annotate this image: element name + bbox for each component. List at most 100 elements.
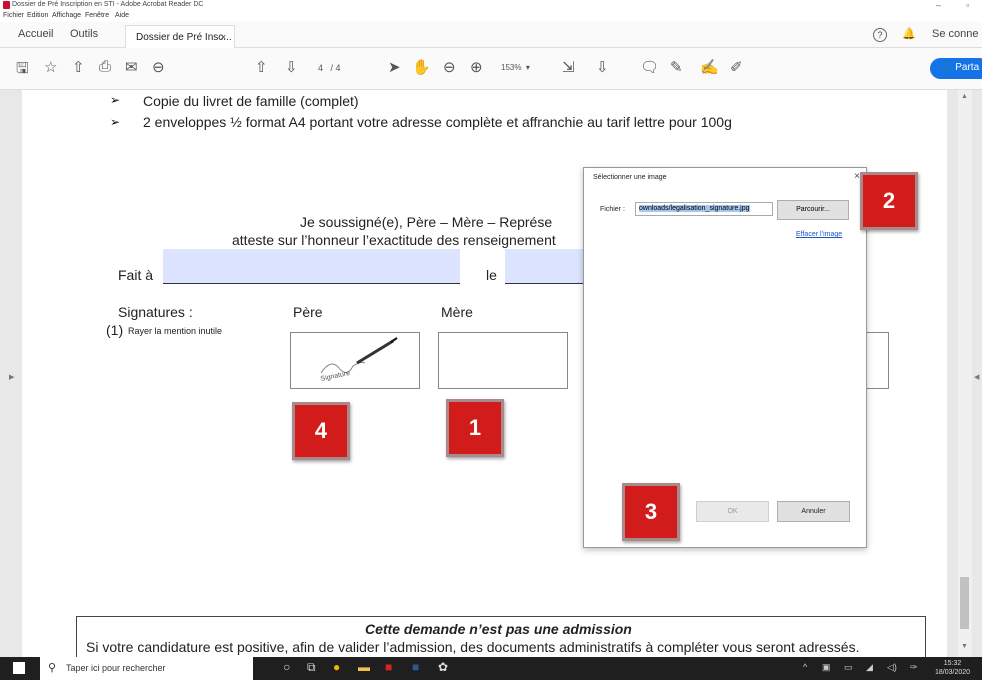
step-marker-1: 1 xyxy=(446,399,504,457)
attest-line-2: atteste sur l’honneur l’exactitude des r… xyxy=(232,232,556,248)
zoom-plus-icon[interactable]: ⊕ xyxy=(470,58,483,76)
notification-bell-icon[interactable]: 🔔 xyxy=(902,27,916,40)
task-view-icon[interactable]: ⧉ xyxy=(307,660,316,675)
signatures-label: Signatures : xyxy=(118,304,193,320)
cancel-button[interactable]: Annuler xyxy=(777,501,850,522)
close-tab-icon[interactable]: × xyxy=(221,32,226,42)
chrome-icon[interactable]: ● xyxy=(333,660,340,674)
browse-button[interactable]: Parcourir... xyxy=(777,200,849,220)
rayer-note: Rayer la mention inutile xyxy=(128,326,223,336)
toolbar: 🖫 ☆ ⇧ ⎙ ✉ ⊖ ⇧ ⇩ 4 / 4 ➤ ✋ ⊖ ⊕ 153% ▾ ⇲ ⇩… xyxy=(0,48,982,90)
taskbar-search-input[interactable]: ⚲ Taper ici pour rechercher xyxy=(40,657,253,680)
sign-icon[interactable]: ✍ xyxy=(700,58,719,76)
restore-button[interactable]: ▫ xyxy=(966,0,969,10)
share-label: Parta xyxy=(955,62,980,73)
bookmark-star-icon[interactable]: ☆ xyxy=(44,58,57,76)
tray-chevron-icon[interactable]: ^ xyxy=(803,662,807,672)
dialog-title: Sélectionner une image xyxy=(593,174,667,181)
menu-fenetre[interactable]: Fenêtre xyxy=(85,12,109,19)
tab-bar: Accueil Outils Dossier de Pré Insc... × … xyxy=(0,22,982,48)
le-label: le xyxy=(486,267,497,283)
print-icon[interactable]: ⎙ xyxy=(99,58,111,75)
battery-icon[interactable]: ▭ xyxy=(844,662,853,673)
email-icon[interactable]: ✉ xyxy=(125,58,138,76)
help-icon[interactable]: ? xyxy=(873,28,887,42)
title-bar: Dossier de Pré Inscription en STI - Adob… xyxy=(0,0,982,11)
bullet-arrow-icon: ➢ xyxy=(110,115,121,129)
footer-text: Si votre candidature est positive, afin … xyxy=(86,639,860,655)
fait-a-label: Fait à xyxy=(118,267,154,283)
pere-signature-box[interactable]: Signature xyxy=(290,332,420,389)
paint-icon[interactable]: ✿ xyxy=(438,660,448,674)
tray-app-icon[interactable]: ▣ xyxy=(822,662,831,673)
minimize-button[interactable]: – xyxy=(936,0,941,10)
tab-outils[interactable]: Outils xyxy=(70,28,98,40)
menu-affichage[interactable]: Affichage xyxy=(52,12,81,19)
menu-aide[interactable]: Aide xyxy=(115,12,129,19)
scroll-mode-icon[interactable]: ⇩ xyxy=(596,58,609,76)
page-indicator[interactable]: 4 / 4 xyxy=(318,63,341,73)
scroll-up-icon[interactable]: ▲ xyxy=(961,93,968,100)
date-field[interactable] xyxy=(505,249,585,284)
network-icon[interactable]: ◢ xyxy=(866,662,873,673)
footer-title: Cette demande n’est pas une admission xyxy=(365,621,632,637)
left-panel-toggle-icon[interactable]: ▶ xyxy=(9,373,14,381)
zoom-out-search-icon[interactable]: ⊖ xyxy=(152,58,165,76)
highlight-icon[interactable]: ✎ xyxy=(670,58,683,76)
file-path-value: ownloads/legalisation_signature.jpg xyxy=(639,205,750,212)
window-title: Dossier de Pré Inscription en STI - Adob… xyxy=(12,1,204,8)
rayer-number: (1) xyxy=(106,322,124,338)
acrobat-app-icon xyxy=(3,1,10,9)
clock[interactable]: 15:32 18/03/2020 xyxy=(935,659,970,677)
zoom-dropdown[interactable]: 153% ▾ xyxy=(501,63,530,72)
scroll-down-icon[interactable]: ▼ xyxy=(961,643,968,650)
scrollbar-thumb[interactable] xyxy=(960,577,969,629)
hand-tool-icon[interactable]: ✋ xyxy=(412,58,431,76)
menu-bar: Fichier Edition Affichage Fenêtre Aide xyxy=(0,11,982,22)
right-panel-toggle-icon[interactable]: ◀ xyxy=(974,373,979,381)
tab-document[interactable]: Dossier de Pré Insc... × xyxy=(125,25,235,48)
vertical-scrollbar[interactable]: ▲ ▼ xyxy=(958,90,972,657)
share-user-icon: 👤 xyxy=(940,62,953,73)
page-total: / 4 xyxy=(330,63,341,73)
word-icon[interactable]: ■ xyxy=(412,660,419,674)
step-marker-4: 4 xyxy=(292,402,350,460)
comment-icon[interactable]: 🗨 xyxy=(640,58,659,76)
bullet-text-1: Copie du livret de famille (complet) xyxy=(143,93,359,109)
signature-word: Signature xyxy=(320,370,351,383)
clear-image-link[interactable]: Effacer l’image xyxy=(796,231,842,238)
menu-edition[interactable]: Edition xyxy=(27,12,48,19)
select-cursor-icon[interactable]: ➤ xyxy=(388,58,401,76)
pere-label: Père xyxy=(293,304,323,320)
bullet-text-2: 2 enveloppes ½ format A4 portant votre a… xyxy=(143,114,732,130)
current-page-field[interactable]: 4 xyxy=(318,63,323,73)
search-placeholder: Taper ici pour rechercher xyxy=(66,663,166,673)
ok-button[interactable]: OK xyxy=(696,501,769,522)
upload-icon[interactable]: ⇧ xyxy=(72,58,85,76)
pen-icon[interactable]: ✑ xyxy=(910,662,918,673)
page-down-icon[interactable]: ⇩ xyxy=(285,58,298,76)
fit-page-icon[interactable]: ⇲ xyxy=(562,58,575,76)
attest-line-1: Je soussigné(e), Père – Mère – Représe xyxy=(300,214,553,230)
share-button[interactable]: 👤 Parta xyxy=(930,58,982,79)
signature-image: Signature xyxy=(320,337,398,383)
windows-start-icon[interactable] xyxy=(13,662,25,674)
zoom-minus-icon[interactable]: ⊖ xyxy=(443,58,456,76)
sign-in-link[interactable]: Se conne xyxy=(932,28,978,40)
step-marker-3: 3 xyxy=(622,483,680,541)
fill-sign-icon[interactable]: ✐ xyxy=(730,58,743,76)
menu-fichier[interactable]: Fichier xyxy=(3,12,24,19)
mere-signature-box[interactable] xyxy=(438,332,568,389)
page-up-icon[interactable]: ⇧ xyxy=(255,58,268,76)
file-path-field[interactable]: ownloads/legalisation_signature.jpg xyxy=(635,202,773,216)
fait-a-field[interactable] xyxy=(163,249,460,284)
clock-time: 15:32 xyxy=(943,660,962,667)
taskbar: ⚲ Taper ici pour rechercher ○ ⧉ ● ▬ ■ ■ … xyxy=(0,657,982,680)
cortana-icon[interactable]: ○ xyxy=(283,660,290,674)
file-explorer-icon[interactable]: ▬ xyxy=(358,660,370,674)
volume-icon[interactable]: ◁) xyxy=(887,662,897,673)
tab-accueil[interactable]: Accueil xyxy=(18,28,53,40)
acrobat-taskbar-icon[interactable]: ■ xyxy=(385,660,392,674)
save-icon[interactable]: 🖫 xyxy=(16,58,29,83)
chevron-down-icon: ▾ xyxy=(525,63,530,72)
